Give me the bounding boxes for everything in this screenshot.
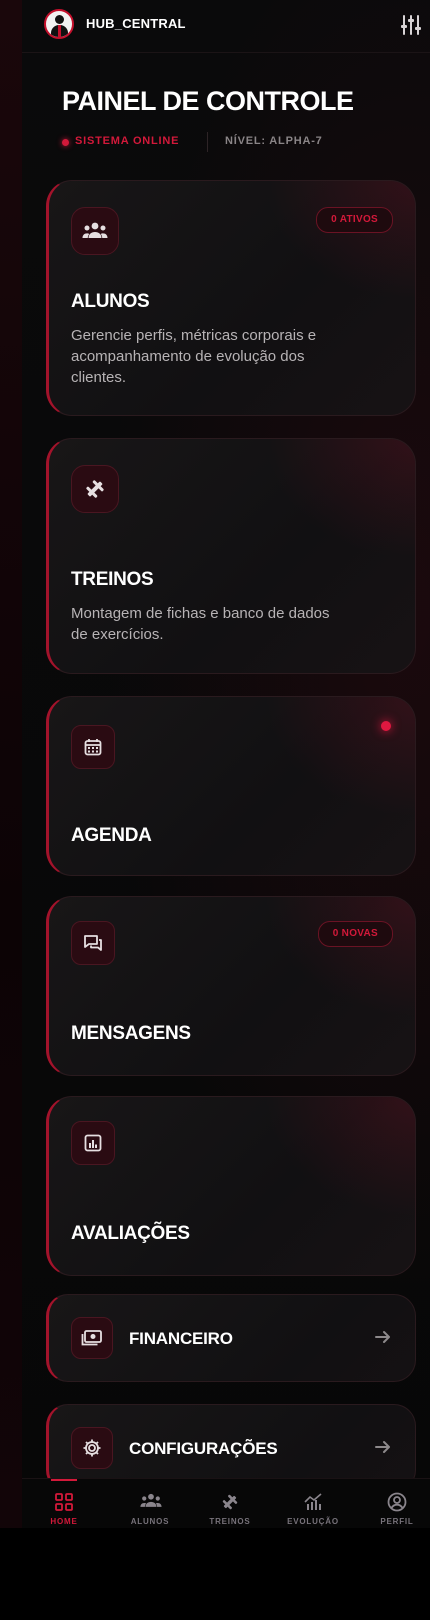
card-alunos-icon-box (71, 207, 119, 255)
row-configuracoes-label: CONFIGURAÇÕES (129, 1439, 278, 1458)
sliders-icon (401, 15, 421, 35)
nav-home[interactable]: HOME (29, 1479, 99, 1528)
grid-icon (55, 1493, 73, 1511)
card-mensagens-icon-box (71, 921, 115, 965)
filter-settings-button[interactable] (400, 13, 422, 37)
nav-perfil-label: PERFIL (380, 1517, 414, 1526)
gear-icon (83, 1439, 101, 1457)
alunos-active-badge: 0 ATIVOS (316, 207, 393, 233)
card-avaliacoes-title: AVALIAÇÕES (71, 1223, 190, 1244)
level-indicator: NÍVEL: ALPHA-7 (225, 135, 323, 147)
chat-icon (84, 935, 102, 951)
profile-icon (387, 1492, 407, 1512)
row-financeiro-label: FINANCEIRO (129, 1329, 233, 1348)
calendar-icon (84, 739, 102, 756)
card-alunos[interactable]: 0 ATIVOS ALUNOS Gerencie perfis, métrica… (46, 180, 416, 416)
row-financeiro[interactable]: FINANCEIRO (46, 1294, 416, 1382)
group-icon (140, 1493, 162, 1507)
dumbbell-icon (222, 1494, 238, 1510)
brand-name: HUB_CENTRAL (86, 16, 186, 31)
mensagens-new-badge: 0 NOVAS (317, 921, 393, 947)
card-treinos[interactable]: TREINOS Montagem de fichas e banco de da… (46, 438, 416, 674)
online-dot (62, 139, 69, 146)
card-alunos-title: ALUNOS (71, 291, 150, 312)
agenda-notification-dot (381, 721, 391, 731)
card-agenda-icon-box (71, 725, 115, 769)
card-avaliacoes-icon-box (71, 1121, 115, 1165)
app-screen: HUB_CENTRAL PAINEL DE CONTROLE SISTEMA O… (22, 0, 430, 1528)
card-mensagens[interactable]: 0 NOVAS MENSAGENS (46, 896, 416, 1076)
arrow-right-icon (375, 1441, 390, 1453)
page-title: PAINEL DE CONTROLE (62, 86, 354, 116)
card-avaliacoes[interactable]: AVALIAÇÕES (46, 1096, 416, 1276)
status-divider (207, 132, 208, 152)
arrow-right-icon (375, 1331, 390, 1343)
nav-active-indicator (51, 1479, 77, 1481)
nav-treinos-label: TREINOS (209, 1517, 251, 1526)
analytics-icon (84, 1134, 102, 1152)
growth-chart-icon (304, 1493, 322, 1510)
left-edge-strip (0, 0, 22, 1528)
card-mensagens-title: MENSAGENS (71, 1023, 191, 1044)
nav-alunos[interactable]: ALUNOS (115, 1479, 185, 1528)
row-configuracoes-icon-box (71, 1427, 113, 1469)
bottom-navigation: HOME ALUNOS TREINOS EVOLUÇÃO PERFIL (22, 1478, 430, 1528)
nav-home-label: HOME (50, 1517, 78, 1526)
top-bar: HUB_CENTRAL (22, 0, 430, 53)
card-alunos-description: Gerencie perfis, métricas corporais e ac… (71, 327, 317, 386)
row-financeiro-icon-box (71, 1317, 113, 1359)
nav-treinos[interactable]: TREINOS (195, 1479, 265, 1528)
card-treinos-description: Montagem de fichas e banco de dados de e… (71, 605, 330, 643)
group-icon (82, 222, 108, 238)
card-agenda-title: AGENDA (71, 825, 152, 846)
card-treinos-title: TREINOS (71, 569, 154, 590)
card-treinos-icon-box (71, 465, 119, 513)
nav-evolucao-label: EVOLUÇÃO (287, 1517, 339, 1526)
card-agenda[interactable]: AGENDA (46, 696, 416, 876)
nav-perfil[interactable]: PERFIL (362, 1479, 430, 1528)
money-icon (81, 1330, 102, 1346)
status-row: SISTEMA ONLINE NÍVEL: ALPHA-7 (62, 132, 402, 154)
dumbbell-icon (86, 480, 104, 498)
nav-alunos-label: ALUNOS (130, 1517, 170, 1526)
brand-logo-icon[interactable] (44, 9, 74, 39)
system-status: SISTEMA ONLINE (75, 135, 180, 147)
nav-evolucao[interactable]: EVOLUÇÃO (278, 1479, 348, 1528)
